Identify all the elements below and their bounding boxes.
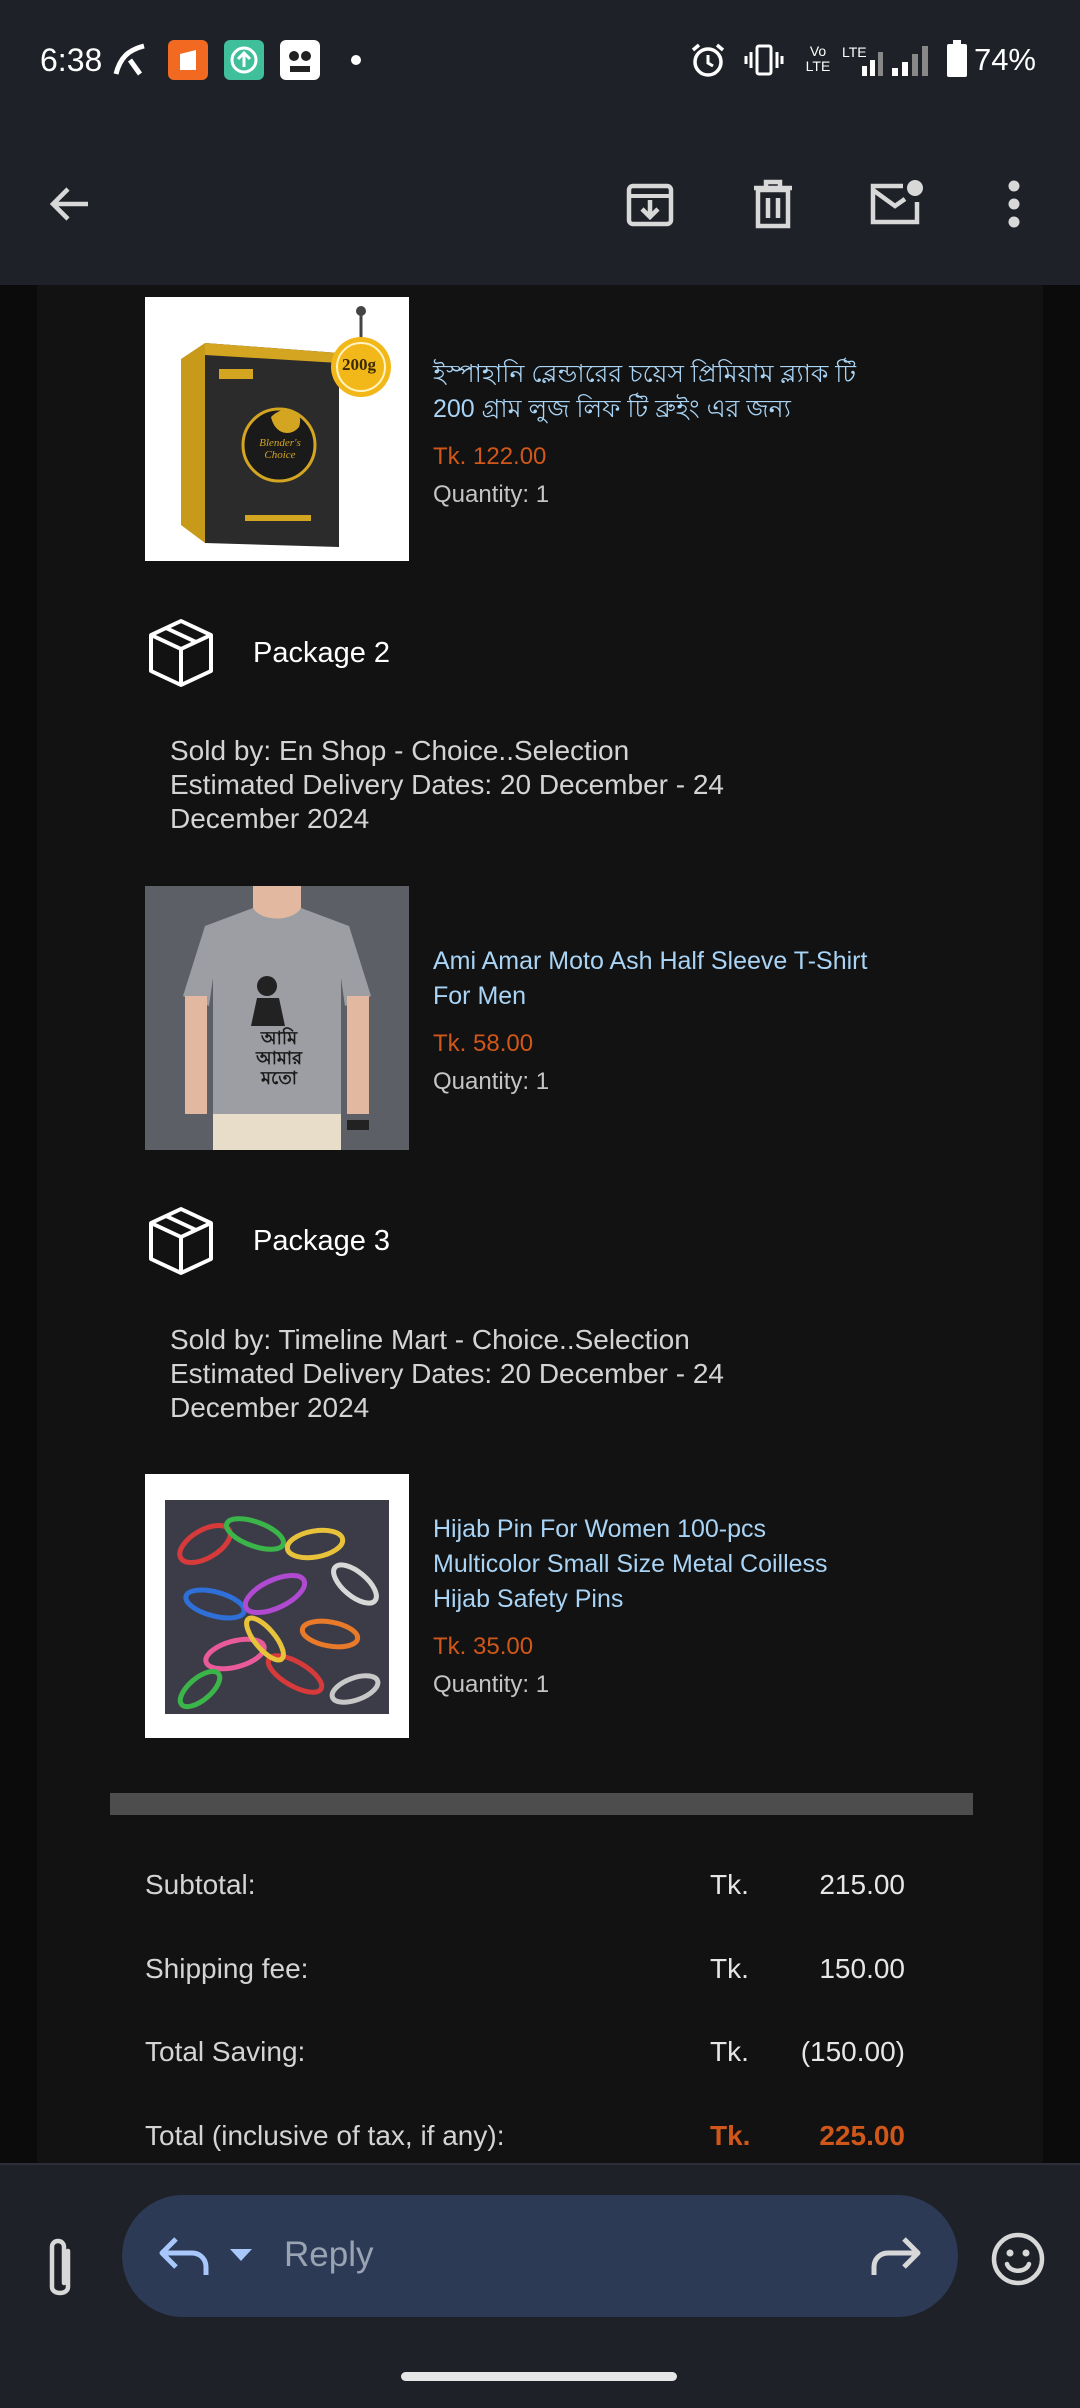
product-price: Tk. 122.00 bbox=[433, 443, 547, 470]
archive-icon bbox=[626, 183, 674, 227]
package-seller-info: Sold by: Timeline Mart - Choice..Selecti… bbox=[170, 1323, 810, 1425]
delete-icon bbox=[754, 179, 792, 229]
total-saving-label: Total Saving: bbox=[145, 2036, 306, 2067]
order-total-row: Total (inclusive of tax, if any): Tk. 22… bbox=[145, 2120, 905, 2160]
order-total-label: Total (inclusive of tax, if any): bbox=[145, 2120, 505, 2151]
sold-by-text: Sold by: En Shop - Choice..Selection bbox=[170, 735, 630, 766]
product-quantity: Quantity: 1 bbox=[433, 1671, 550, 1698]
email-content: 200g Blender's Choice ইস্পাহানি ব্লেন্ডা… bbox=[0, 285, 1080, 2163]
reply-options-dropdown-icon[interactable] bbox=[226, 2243, 256, 2267]
package-box-icon bbox=[149, 1207, 213, 1275]
product-title-link[interactable]: Ami Amar Moto Ash Half Sleeve T-Shirt Fo… bbox=[433, 944, 873, 1014]
more-options-button[interactable] bbox=[984, 174, 1044, 234]
product-title-link[interactable]: Hijab Pin For Women 100-pcs Multicolor S… bbox=[433, 1512, 873, 1617]
lte-label: LTE bbox=[842, 44, 867, 60]
package-seller-info: Sold by: En Shop - Choice..Selection Est… bbox=[170, 734, 810, 836]
total-saving-row: Total Saving: Tk. (150.00) bbox=[145, 2036, 905, 2076]
status-time: 6:38 bbox=[40, 42, 103, 78]
more-notifications-dot-icon bbox=[350, 54, 362, 66]
mark-unread-button[interactable] bbox=[866, 174, 926, 234]
hijab-pins-product-image[interactable] bbox=[145, 1474, 409, 1738]
total-saving-value: (150.00) bbox=[800, 2036, 905, 2067]
reply-placeholder: Reply bbox=[284, 2235, 374, 2274]
package-header: Package 2 bbox=[145, 617, 845, 697]
volte-indicator: Vo LTE bbox=[805, 43, 831, 74]
archive-button[interactable] bbox=[620, 174, 680, 234]
tea-weight-badge: 200g bbox=[342, 355, 376, 374]
total-saving-currency: Tk. bbox=[710, 2036, 749, 2067]
shipping-fee-value: 150.00 bbox=[819, 1953, 905, 1984]
product-price: Tk. 35.00 bbox=[433, 1633, 534, 1660]
order-total-value: 225.00 bbox=[819, 2120, 905, 2151]
package-label: Package 2 bbox=[253, 637, 391, 669]
shipping-fee-label: Shipping fee: bbox=[145, 1953, 309, 1984]
attach-button[interactable] bbox=[38, 2235, 82, 2305]
tshirt-product-image[interactable]: আমি আমার মতো bbox=[145, 886, 409, 1150]
shopping-app-icon bbox=[168, 40, 208, 80]
package-box-icon bbox=[149, 619, 213, 687]
paperclip-icon bbox=[49, 2238, 71, 2296]
product-quantity: Quantity: 1 bbox=[433, 1068, 550, 1095]
tshirt-print-text: আমি আমার মতো bbox=[255, 1028, 303, 1088]
delivery-dates-text: Estimated Delivery Dates: 20 December - … bbox=[170, 769, 724, 834]
shipping-fee-currency: Tk. bbox=[710, 1953, 749, 1984]
emoji-icon bbox=[991, 2232, 1045, 2286]
shipping-fee-row: Shipping fee: Tk. 150.00 bbox=[145, 1953, 905, 1993]
reply-input[interactable]: Reply bbox=[122, 2195, 958, 2317]
summary-divider bbox=[110, 1793, 973, 1815]
forward-icon[interactable] bbox=[868, 2233, 922, 2279]
reply-icon[interactable] bbox=[158, 2233, 210, 2279]
emoji-reaction-button[interactable] bbox=[990, 2231, 1046, 2287]
lte-signal-icon: LTE bbox=[842, 44, 888, 78]
delivery-dates-text: Estimated Delivery Dates: 20 December - … bbox=[170, 1358, 724, 1423]
back-arrow-icon bbox=[49, 187, 88, 221]
subtotal-currency: Tk. bbox=[710, 1869, 749, 1900]
status-bar: 6:38 Vo LTE LTE 74% bbox=[0, 0, 1080, 120]
tea-product-image[interactable]: 200g Blender's Choice bbox=[145, 297, 409, 561]
signal-strength-icon bbox=[890, 44, 934, 78]
battery-icon bbox=[946, 40, 968, 78]
back-button[interactable] bbox=[40, 174, 100, 234]
vibrate-icon bbox=[744, 40, 784, 80]
sold-by-text: Sold by: Timeline Mart - Choice..Selecti… bbox=[170, 1324, 690, 1355]
tea-brand-label: Blender's Choice bbox=[259, 437, 301, 461]
mark-unread-icon bbox=[870, 180, 923, 225]
delete-button[interactable] bbox=[743, 174, 803, 234]
package-label: Package 3 bbox=[253, 1225, 391, 1257]
phone-signal-app-icon bbox=[110, 40, 150, 80]
product-quantity: Quantity: 1 bbox=[433, 481, 550, 508]
product-price: Tk. 58.00 bbox=[433, 1030, 534, 1057]
product-title-link[interactable]: ইস্পাহানি ব্লেন্ডারের চয়েস প্রিমিয়াম ব… bbox=[433, 357, 873, 427]
more-options-icon bbox=[1008, 180, 1020, 228]
upload-app-icon bbox=[224, 40, 264, 80]
subtotal-value: 215.00 bbox=[819, 1869, 905, 1900]
alarm-icon bbox=[688, 40, 728, 80]
battery-percent: 74% bbox=[973, 42, 1036, 77]
email-toolbar bbox=[0, 120, 1080, 285]
subtotal-label: Subtotal: bbox=[145, 1869, 256, 1900]
package-header: Package 3 bbox=[145, 1205, 845, 1285]
home-gesture-bar[interactable] bbox=[401, 2372, 677, 2381]
subtotal-row: Subtotal: Tk. 215.00 bbox=[145, 1869, 905, 1909]
game-app-icon bbox=[280, 40, 320, 80]
